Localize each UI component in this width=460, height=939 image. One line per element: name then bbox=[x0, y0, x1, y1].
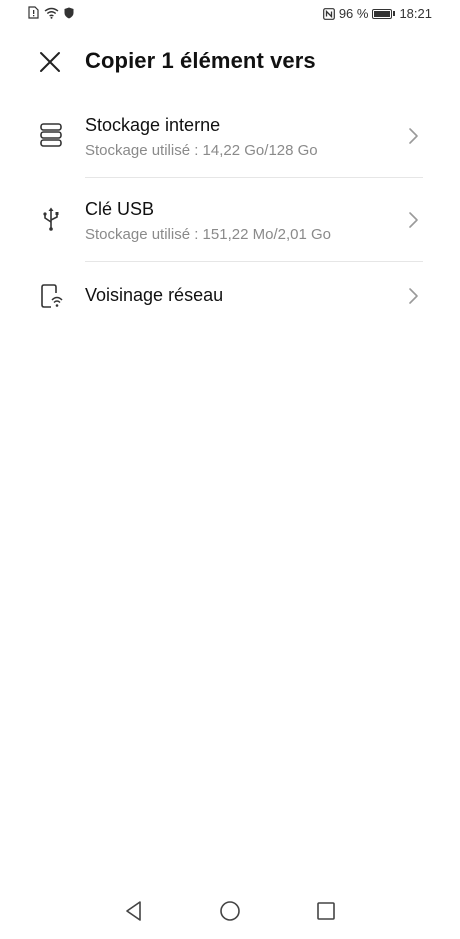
close-button[interactable] bbox=[36, 48, 64, 76]
home-icon bbox=[220, 901, 240, 921]
home-button[interactable] bbox=[218, 899, 242, 923]
usb-icon bbox=[43, 207, 59, 231]
battery-icon bbox=[372, 8, 396, 19]
recents-icon bbox=[317, 902, 335, 920]
location-list: Stockage interne Stockage utilisé : 14,2… bbox=[0, 94, 460, 330]
chevron-right-icon bbox=[409, 212, 418, 228]
chevron-right-icon bbox=[409, 128, 418, 144]
sim-alert-icon bbox=[28, 6, 39, 19]
navigation-bar bbox=[0, 883, 460, 939]
network-neighborhood-icon bbox=[41, 284, 63, 308]
header: Copier 1 élément vers bbox=[0, 42, 460, 82]
clock: 18:21 bbox=[399, 6, 432, 21]
location-network-neighborhood[interactable]: Voisinage réseau bbox=[0, 262, 460, 330]
battery-percent: 96 % bbox=[338, 6, 369, 21]
recents-button[interactable] bbox=[314, 899, 338, 923]
location-usage: Stockage utilisé : 14,22 Go/128 Go bbox=[85, 142, 318, 159]
location-title: Stockage interne bbox=[85, 115, 221, 135]
chevron-right-icon bbox=[409, 288, 418, 304]
location-title: Clé USB bbox=[85, 199, 155, 219]
wifi-icon bbox=[44, 7, 59, 19]
status-bar: 96 % 18:21 bbox=[0, 0, 460, 28]
location-usage: Stockage utilisé : 151,22 Mo/2,01 Go bbox=[85, 226, 331, 243]
shield-icon bbox=[64, 7, 74, 18]
status-right-icons: 96 % 18:21 bbox=[322, 6, 432, 21]
page-title: Copier 1 élément vers bbox=[85, 48, 316, 73]
nfc-icon bbox=[322, 7, 335, 20]
close-icon bbox=[40, 52, 60, 72]
location-title: Voisinage réseau bbox=[85, 285, 224, 305]
back-icon bbox=[126, 901, 141, 921]
status-left-icons bbox=[28, 6, 74, 19]
location-usb-drive[interactable]: Clé USB Stockage utilisé : 151,22 Mo/2,0… bbox=[0, 178, 460, 262]
back-button[interactable] bbox=[122, 899, 146, 923]
storage-icon bbox=[40, 123, 62, 147]
location-internal-storage[interactable]: Stockage interne Stockage utilisé : 14,2… bbox=[0, 94, 460, 178]
